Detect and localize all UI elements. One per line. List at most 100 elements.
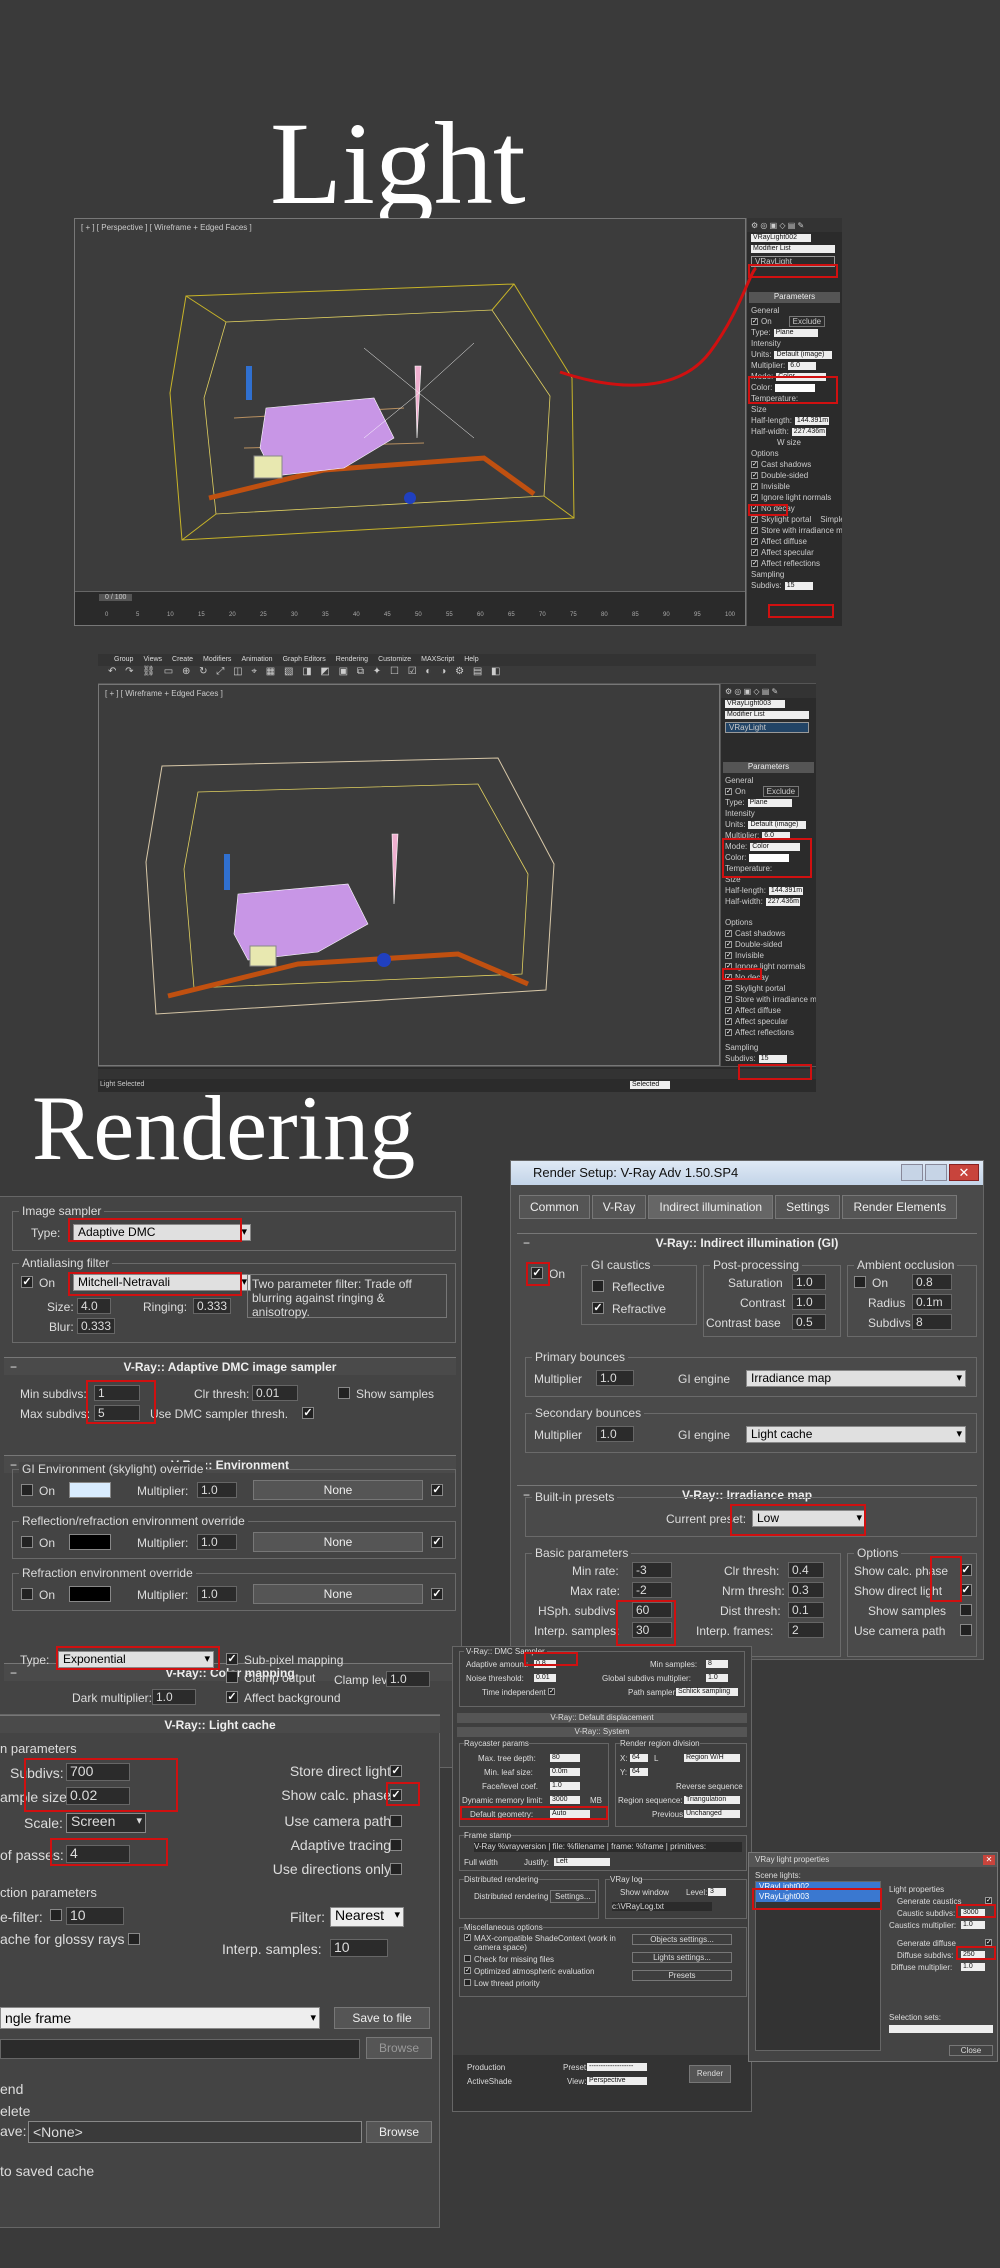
primary-multiplier-spinner[interactable]: 1.0 xyxy=(596,1370,634,1386)
clamp-level-spinner[interactable]: 1.0 xyxy=(386,1671,430,1687)
refractive-checkbox[interactable] xyxy=(592,1302,604,1314)
option-row[interactable]: Affect reflections xyxy=(747,558,842,569)
contrast-base-spinner[interactable]: 0.5 xyxy=(792,1314,826,1330)
use-dmc-thresh-checkbox[interactable] xyxy=(302,1407,314,1419)
option-row[interactable]: Cast shadows xyxy=(721,928,816,939)
aa-filter-on-checkbox[interactable] xyxy=(21,1276,33,1288)
irr-show-samples-checkbox[interactable] xyxy=(960,1604,972,1616)
lc-mode-dropdown[interactable]: ngle frame xyxy=(0,2007,320,2029)
adaptive-dmc-rollout[interactable]: − V-Ray:: Adaptive DMC image sampler xyxy=(4,1357,456,1375)
saturation-spinner[interactable]: 1.0 xyxy=(792,1274,826,1290)
max-tree-depth-spinner[interactable]: 80 xyxy=(550,1754,580,1762)
global-subdivs-spinner[interactable]: 1.0 xyxy=(706,1674,728,1682)
noise-threshold-spinner[interactable]: 0.01 xyxy=(534,1674,556,1682)
misc-checkbox[interactable] xyxy=(464,1967,471,1974)
half-length-spinner-2[interactable]: 144.391m xyxy=(768,886,803,895)
half-width-spinner-2[interactable]: 227.436m xyxy=(765,897,800,906)
maximize-button[interactable] xyxy=(925,1164,947,1181)
selection-sets-dropdown[interactable] xyxy=(889,2025,993,2033)
option-checkbox[interactable] xyxy=(725,1007,732,1014)
option-row[interactable]: Double-sided xyxy=(747,470,842,481)
light-props-close-icon[interactable]: ✕ xyxy=(983,1855,995,1865)
env-on-checkbox[interactable] xyxy=(21,1484,33,1496)
option-row[interactable]: Store with irradiance map xyxy=(747,525,842,536)
option-row[interactable]: Double-sided xyxy=(721,939,816,950)
option-row[interactable]: Invisible xyxy=(747,481,842,492)
option-row[interactable]: Skylight portal xyxy=(721,983,816,994)
secondary-multiplier-spinner[interactable]: 1.0 xyxy=(596,1426,634,1442)
ao-amount-spinner[interactable]: 0.8 xyxy=(912,1274,952,1290)
menu-item[interactable]: Help xyxy=(464,654,478,666)
units-dropdown-2[interactable]: Default (image) xyxy=(748,820,807,829)
misc-checkbox[interactable] xyxy=(464,1955,471,1962)
timeline-2[interactable] xyxy=(98,1069,816,1079)
distributed-settings-button[interactable]: Settings... xyxy=(550,1890,596,1903)
irr-clr-thresh-spinner[interactable]: 0.4 xyxy=(788,1562,824,1578)
prefilter-spinner[interactable]: 10 xyxy=(66,1907,124,1925)
previous-dropdown[interactable]: Unchanged xyxy=(684,1810,740,1818)
subdivs-spinner[interactable]: 15 xyxy=(784,581,813,590)
region-x-spinner[interactable]: 64 xyxy=(630,1754,648,1762)
modifier-list-2[interactable]: Modifier List xyxy=(725,710,809,719)
aa-size-spinner[interactable]: 4.0 xyxy=(77,1298,111,1314)
lc-filter-dropdown[interactable]: Nearest xyxy=(330,1907,404,1927)
option-checkbox[interactable] xyxy=(725,985,732,992)
interp-frames-spinner[interactable]: 2 xyxy=(788,1622,824,1638)
option-checkbox[interactable] xyxy=(751,538,758,545)
option-checkbox[interactable] xyxy=(725,941,732,948)
option-checkbox[interactable] xyxy=(725,952,732,959)
exclude-button-2[interactable]: Exclude xyxy=(762,786,800,797)
system-rollout[interactable]: V-Ray:: System xyxy=(457,1727,747,1737)
env-multiplier-spinner[interactable]: 1.0 xyxy=(197,1534,237,1550)
render-button[interactable]: Render xyxy=(689,2065,731,2083)
gi-rollout[interactable]: − V-Ray:: Indirect illumination (GI) xyxy=(517,1233,977,1251)
option-checkbox[interactable] xyxy=(751,494,758,501)
aa-blur-spinner[interactable]: 0.333 xyxy=(77,1318,115,1334)
params-rollout-2[interactable]: Parameters xyxy=(723,762,814,773)
preset-dropdown[interactable]: ------------------- xyxy=(587,2063,647,2071)
dynamic-memory-spinner[interactable]: 3000 xyxy=(550,1796,580,1804)
region-y-spinner[interactable]: 64 xyxy=(630,1768,648,1776)
dist-thresh-spinner[interactable]: 0.1 xyxy=(788,1602,824,1618)
lc-adaptive-checkbox[interactable] xyxy=(390,1839,402,1851)
timeline[interactable]: 0 / 100 0 5 10 15 20 25 30 35 40 45 50 55 60 65 70 75 80… xyxy=(75,591,745,625)
menu-item[interactable]: Views xyxy=(143,654,162,666)
region-wh-dropdown[interactable]: Region W/H xyxy=(684,1754,740,1762)
min-samples-spinner[interactable]: 8 xyxy=(706,1660,728,1668)
clr-thresh-spinner[interactable]: 0.01 xyxy=(252,1385,298,1401)
justify-dropdown[interactable]: Left xyxy=(554,1858,610,1866)
tab-v-ray[interactable]: V-Ray xyxy=(591,1195,647,1219)
close-icon[interactable]: ✕ xyxy=(949,1164,979,1181)
min-leaf-size-spinner[interactable]: 0.0m xyxy=(550,1768,580,1776)
option-checkbox[interactable] xyxy=(751,516,758,523)
misc-checkbox[interactable] xyxy=(464,1979,471,1986)
menu-item[interactable]: Create xyxy=(172,654,193,666)
option-checkbox[interactable] xyxy=(725,930,732,937)
menu-item[interactable]: Group xyxy=(114,654,133,666)
prefilter-checkbox[interactable] xyxy=(50,1909,62,1921)
misc-option[interactable]: MAX-compatible ShadeContext (work in cam… xyxy=(464,1934,624,1952)
light-cache-rollout[interactable]: V-Ray:: Light cache xyxy=(0,1715,440,1733)
option-row[interactable]: Invisible xyxy=(721,950,816,961)
log-level-spinner[interactable]: 3 xyxy=(708,1888,726,1896)
generate-diffuse-checkbox[interactable] xyxy=(985,1939,992,1946)
autosave-field[interactable]: <None> xyxy=(28,2121,362,2143)
object-name-field-2[interactable]: VRayLight003 xyxy=(725,699,785,708)
browse-button-1[interactable]: Browse xyxy=(366,2037,432,2059)
misc-option[interactable]: Optimized atmospheric evaluation xyxy=(464,1967,624,1976)
lc-store-direct-checkbox[interactable] xyxy=(390,1765,402,1777)
tab-indirect-illumination[interactable]: Indirect illumination xyxy=(648,1195,774,1219)
generate-caustics-checkbox[interactable] xyxy=(985,1897,992,1904)
log-path-field[interactable]: c:\VRayLog.txt xyxy=(612,1902,712,1911)
option-row[interactable]: Ignore light normals xyxy=(747,492,842,503)
env-multiplier-spinner[interactable]: 1.0 xyxy=(197,1482,237,1498)
option-checkbox[interactable] xyxy=(725,996,732,1003)
contrast-spinner[interactable]: 1.0 xyxy=(792,1294,826,1310)
option-row[interactable]: Store with irradiance map xyxy=(721,994,816,1005)
face-level-spinner[interactable]: 1.0 xyxy=(550,1782,580,1790)
menu-item[interactable]: MAXScript xyxy=(421,654,454,666)
clamp-output-checkbox[interactable] xyxy=(226,1671,238,1683)
panel-tabs-2[interactable]: ⚙ ◎ ▣ ◇ ▤ ✎ xyxy=(721,684,816,698)
ao-on-checkbox[interactable] xyxy=(854,1276,866,1288)
option-row[interactable]: Affect reflections xyxy=(721,1027,816,1038)
